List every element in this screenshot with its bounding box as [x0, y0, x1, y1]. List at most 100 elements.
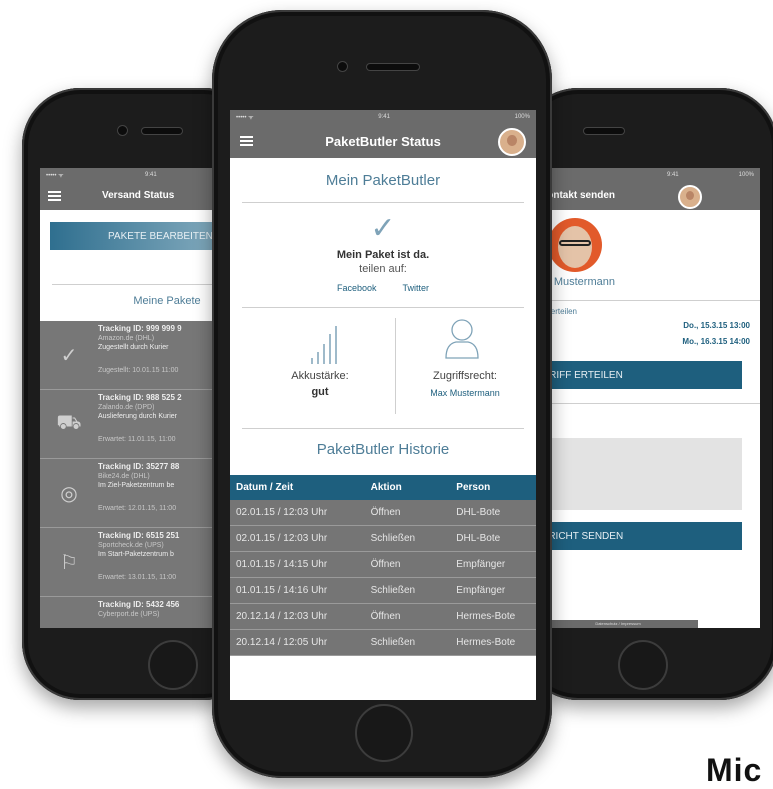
status-time: 9:41: [144, 172, 157, 178]
share-label: teilen auf:: [359, 263, 407, 275]
header-aktion: Aktion: [364, 475, 451, 500]
home-button[interactable]: [355, 704, 413, 762]
nav-bar: PaketButler Status: [230, 124, 536, 158]
person-cell: Hermes-Bote: [450, 629, 536, 656]
battery-indicator: 100%: [738, 172, 754, 178]
nav-bar: Kontakt senden: [538, 182, 760, 210]
delivery-status: Zugestellt durch Kurier: [98, 344, 169, 351]
center-phone: ••••• ᯤ 9:41 100% PaketButler Status Mei…: [212, 10, 552, 778]
shop-name: Sportcheck.de (UPS): [98, 542, 164, 549]
tracking-id: Tracking ID: 988 525 2: [98, 393, 182, 402]
check-icon: ✓: [370, 212, 396, 245]
access-label: Zugriffsrecht:: [433, 370, 497, 382]
package-status-icon: ✓: [60, 344, 78, 367]
status-bar: ••••• ᯤ 9:41 100%: [230, 110, 536, 124]
table-row[interactable]: 01.01.15 / 14:16 Uhr Schließen Empfänger: [230, 577, 536, 604]
date-cell: 20.12.14 / 12:03 Uhr: [230, 603, 365, 630]
share-links: Facebook Twitter: [230, 283, 536, 293]
access-value: Max Mustermann: [430, 388, 500, 398]
date-cell: 01.01.15 / 14:15 Uhr: [230, 551, 365, 578]
message-label: Nachricht: [538, 404, 760, 424]
battery-value: gut: [311, 386, 329, 398]
shop-name: Cyberport.de (UPS): [98, 611, 160, 618]
status-time: 9:41: [666, 172, 679, 178]
package-status-icon: ▭: [40, 597, 98, 629]
corner-text: Mic: [706, 752, 763, 788]
date-1: Do., 15.3.15 13:00: [683, 321, 750, 330]
date-cell: 02.01.15 / 12:03 Uhr: [230, 500, 365, 526]
right-screen: 9:41 100% Kontakt senden Max Mustermann …: [538, 168, 760, 628]
contact-card: Max Mustermann: [538, 210, 760, 300]
grant-access-button[interactable]: ZUGRIFF ERTEILEN: [538, 361, 742, 389]
action-cell: Öffnen: [364, 603, 451, 630]
tracking-id: Tracking ID: 5432 456: [98, 600, 180, 609]
action-cell: Öffnen: [364, 500, 451, 526]
user-icon: [442, 316, 482, 365]
camera: [118, 126, 127, 135]
action-cell: Schließen: [364, 629, 451, 656]
home-button[interactable]: [618, 640, 668, 690]
battery-indicator: 100%: [514, 114, 530, 120]
speaker: [142, 128, 182, 134]
signal-indicator: ••••• ᯤ: [46, 173, 64, 179]
contact-photo: [548, 218, 602, 272]
battery-label: Akkustärke:: [291, 370, 349, 382]
access-section: Zugriff erteilen Do., 15.3.15 13:00 Mo.,…: [538, 301, 760, 361]
action-cell: Schließen: [364, 577, 451, 604]
twitter-link[interactable]: Twitter: [403, 283, 430, 293]
action-cell: Öffnen: [364, 551, 451, 578]
tracking-id: Tracking ID: 6515 251: [98, 531, 180, 540]
person-cell: DHL-Bote: [450, 500, 536, 526]
signal-indicator: ••••• ᯤ: [236, 115, 254, 121]
footer-links[interactable]: Datenschutz / Impressum: [538, 620, 698, 628]
date-cell: 01.01.15 / 14:16 Uhr: [230, 577, 365, 604]
right-phone: 9:41 100% Kontakt senden Max Mustermann …: [520, 88, 773, 700]
speaker: [367, 64, 419, 70]
shop-name: Zalando.de (DPD): [98, 404, 155, 411]
package-status-icon: ⚐: [60, 551, 78, 574]
home-button[interactable]: [148, 640, 198, 690]
table-row[interactable]: 01.01.15 / 14:15 Uhr Öffnen Empfänger: [230, 551, 536, 578]
person-cell: DHL-Bote: [450, 525, 536, 552]
person-cell: Hermes-Bote: [450, 603, 536, 630]
tracking-id: Tracking ID: 999 999 9: [98, 324, 182, 333]
user-avatar[interactable]: [498, 128, 526, 156]
shop-name: Amazon.de (DHL): [98, 335, 155, 342]
status-panels: Akkustärke: gut Zugriffsrecht: Max Muste…: [230, 308, 536, 428]
table-row[interactable]: 02.01.15 / 12:03 Uhr Öffnen DHL-Bote: [230, 500, 536, 526]
delivery-status: Im Start-Paketzentrum b: [98, 551, 174, 558]
paket-status-text: Mein Paket ist da.: [336, 249, 430, 261]
date-cell: 20.12.14 / 12:05 Uhr: [230, 629, 365, 656]
facebook-link[interactable]: Facebook: [337, 283, 377, 293]
table-row[interactable]: 02.01.15 / 12:03 Uhr Schließen DHL-Bote: [230, 525, 536, 552]
section-title-mein-paketbutler: Mein PaketButler: [325, 172, 441, 189]
menu-icon[interactable]: [48, 191, 61, 201]
header-person: Person: [450, 475, 536, 500]
header-datum: Datum / Zeit: [230, 475, 365, 500]
status-bar: 9:41 100%: [538, 168, 760, 182]
signal-bars-icon: [310, 324, 340, 369]
history-table: Datum / Zeit Aktion Person 02.01.15 / 12…: [230, 475, 536, 656]
nav-title: PaketButler Status: [325, 133, 441, 149]
date-2: Mo., 16.3.15 14:00: [682, 337, 750, 346]
message-field[interactable]: [538, 438, 742, 510]
delivery-status: Auslieferung durch Kurier: [98, 413, 177, 420]
user-avatar[interactable]: [678, 185, 702, 209]
status-time: 9:41: [378, 114, 390, 120]
package-status-icon: ⛟: [56, 411, 82, 434]
send-message-button[interactable]: NACHRICHT SENDEN: [538, 522, 742, 550]
date-cell: 02.01.15 / 12:03 Uhr: [230, 525, 365, 552]
section-title-historie: PaketButler Historie: [316, 441, 450, 458]
person-cell: Empfänger: [450, 577, 536, 604]
package-status-icon: ◎: [60, 482, 78, 505]
tracking-id: Tracking ID: 35277 88: [98, 462, 180, 471]
table-row[interactable]: 20.12.14 / 12:05 Uhr Schließen Hermes-Bote: [230, 629, 536, 656]
table-row[interactable]: 20.12.14 / 12:03 Uhr Öffnen Hermes-Bote: [230, 603, 536, 630]
delivery-status: Im Ziel-Paketzentrum be: [98, 482, 175, 489]
camera: [338, 62, 347, 71]
action-cell: Schließen: [364, 525, 451, 552]
person-cell: Empfänger: [450, 551, 536, 578]
nav-title: Versand Status: [102, 190, 175, 201]
center-screen: ••••• ᯤ 9:41 100% PaketButler Status Mei…: [230, 110, 536, 700]
table-header: Datum / Zeit Aktion Person: [230, 475, 536, 500]
